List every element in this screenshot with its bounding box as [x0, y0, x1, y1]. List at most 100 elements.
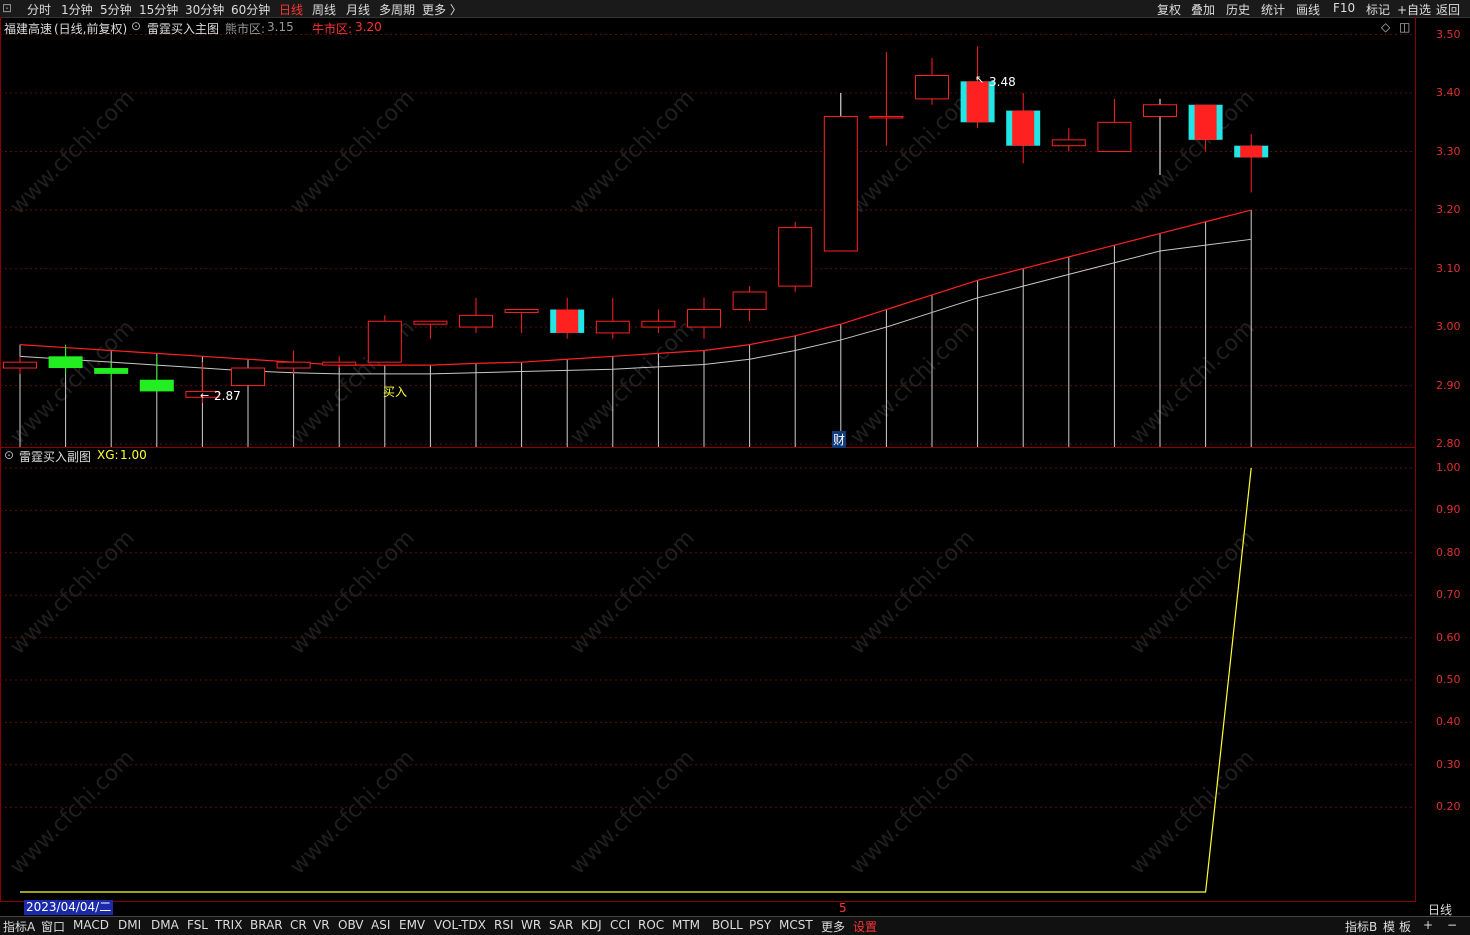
candle-body [367, 320, 402, 363]
candle-body [139, 379, 174, 392]
indicator-tab-22[interactable]: PSY [749, 918, 771, 932]
candle [1234, 134, 1269, 193]
y-tick-label: 3.40 [1436, 86, 1461, 100]
y-tick-label: 2.80 [1436, 437, 1461, 451]
candle [1188, 104, 1223, 152]
xg-line-chart [0, 467, 1416, 893]
month-marker: 5 [839, 901, 847, 915]
y-tick-label: 1.00 [1436, 461, 1461, 474]
tab-weekly[interactable]: 周线 [312, 1, 336, 18]
y-tick-label: 0.60 [1436, 630, 1461, 644]
candle-body [823, 115, 858, 252]
candle-body [413, 320, 448, 325]
candle [504, 309, 539, 333]
indicator-tab-21[interactable]: BOLL [712, 918, 743, 932]
candle-body [778, 227, 813, 287]
indicator-tab-7[interactable]: BRAR [250, 918, 283, 932]
f10-button[interactable]: F10 [1333, 1, 1355, 15]
candle-body [1194, 104, 1217, 140]
indicator-tab-16[interactable]: SAR [549, 918, 573, 932]
bear-zone-line [19, 238, 1252, 375]
indicator-tab-18[interactable]: CCI [610, 918, 630, 932]
candle-body [1240, 145, 1263, 158]
candle-body [687, 309, 721, 328]
y-tick-label: 0.20 [1436, 800, 1461, 814]
tab-1min[interactable]: 1分钟 [61, 1, 93, 18]
candle-body [48, 356, 83, 369]
tab-30min[interactable]: 30分钟 [185, 1, 224, 18]
y-tick-label: 2.90 [1436, 378, 1461, 392]
tab-monthly[interactable]: 月线 [346, 1, 370, 18]
history-button[interactable]: 历史 [1226, 1, 1250, 18]
bottom-right-control-3[interactable]: + [1423, 918, 1433, 932]
indicator-tab-8[interactable]: CR [290, 918, 307, 932]
overlay-button[interactable]: 叠加 [1191, 1, 1215, 18]
indicator-tab-0[interactable]: 指标A [3, 918, 35, 935]
bottom-right-control-4[interactable]: − [1447, 918, 1457, 932]
candle [1006, 93, 1041, 164]
indicator-tab-14[interactable]: RSI [494, 918, 514, 932]
indicator-tab-20[interactable]: MTM [672, 918, 700, 932]
indicator-tab-11[interactable]: ASI [371, 918, 390, 932]
indicator-tab-13[interactable]: VOL-TDX [434, 918, 486, 932]
candle [367, 315, 402, 363]
y-tick-label: 0.40 [1436, 715, 1461, 729]
tab-60min[interactable]: 60分钟 [231, 1, 270, 18]
candle [413, 320, 448, 339]
period-toolbar: ⊡ 分时 1分钟 5分钟 15分钟 30分钟 60分钟 日线 周线 月线 多周期… [0, 0, 1470, 18]
bottom-right-control-2[interactable]: 板 [1399, 918, 1411, 935]
candle-body [1051, 139, 1086, 147]
indicator-tab-5[interactable]: FSL [187, 918, 208, 932]
indicator-tab-25[interactable]: 设置 [853, 918, 877, 935]
mark-button[interactable]: 标记 [1366, 1, 1390, 18]
y-tick-label: 3.30 [1436, 144, 1461, 158]
candle-body [459, 314, 493, 328]
indicator-tab-12[interactable]: EMV [399, 918, 425, 932]
tab-5min[interactable]: 5分钟 [100, 1, 132, 18]
candle-body [556, 309, 579, 333]
y-tick-label: 3.20 [1436, 203, 1461, 217]
tab-daily[interactable]: 日线 [279, 1, 303, 18]
y-tick-label: 3.50 [1436, 27, 1461, 41]
candle [94, 362, 129, 380]
indicator-tab-6[interactable]: TRIX [215, 918, 242, 932]
y-tick-label: 0.50 [1436, 673, 1461, 686]
draw-line-button[interactable]: 画线 [1296, 1, 1320, 18]
candle-body [641, 320, 676, 328]
candle [3, 356, 37, 374]
bottom-right-control-1[interactable]: 模 [1383, 918, 1395, 935]
indicator-tab-24[interactable]: 更多 [821, 918, 845, 935]
tab-more[interactable]: 更多 〉 [422, 1, 462, 18]
stats-button[interactable]: 统计 [1261, 1, 1285, 18]
indicator-tab-23[interactable]: MCST [779, 918, 813, 932]
crosshair-date: 2023/04/04/二 [24, 900, 114, 915]
indicator-tab-15[interactable]: WR [521, 918, 541, 932]
indicator-tab-2[interactable]: MACD [73, 918, 109, 932]
candle [595, 297, 630, 339]
finance-marker[interactable]: 财 [832, 431, 847, 448]
y-tick-label: 3.10 [1436, 261, 1461, 275]
tab-fenshi[interactable]: 分时 [27, 1, 51, 18]
tab-multi-period[interactable]: 多周期 [379, 1, 415, 18]
indicator-tab-1[interactable]: 窗口 [41, 918, 65, 935]
indicator-tab-17[interactable]: KDJ [581, 918, 602, 932]
indicator-tab-3[interactable]: DMI [118, 918, 141, 932]
tab-15min[interactable]: 15分钟 [139, 1, 178, 18]
candle-body [231, 367, 265, 387]
back-button[interactable]: 返回 [1436, 1, 1460, 18]
y-tick-label: 0.90 [1436, 503, 1461, 517]
indicator-tab-19[interactable]: ROC [638, 918, 664, 932]
candle-body [915, 75, 949, 100]
y-tick-label: 0.70 [1436, 588, 1461, 602]
bottom-right-control-0[interactable]: 指标B [1345, 918, 1377, 935]
candle [1143, 98, 1177, 175]
indicator-tab-10[interactable]: OBV [338, 918, 364, 932]
candle-body [276, 361, 311, 369]
candle [276, 350, 311, 374]
restore-rights-button[interactable]: 复权 [1157, 1, 1181, 18]
add-watchlist-button[interactable]: +自选 [1397, 1, 1431, 18]
candle [1051, 128, 1086, 152]
candle-body [322, 361, 357, 366]
indicator-tab-9[interactable]: VR [313, 918, 330, 932]
indicator-tab-4[interactable]: DMA [151, 918, 179, 932]
